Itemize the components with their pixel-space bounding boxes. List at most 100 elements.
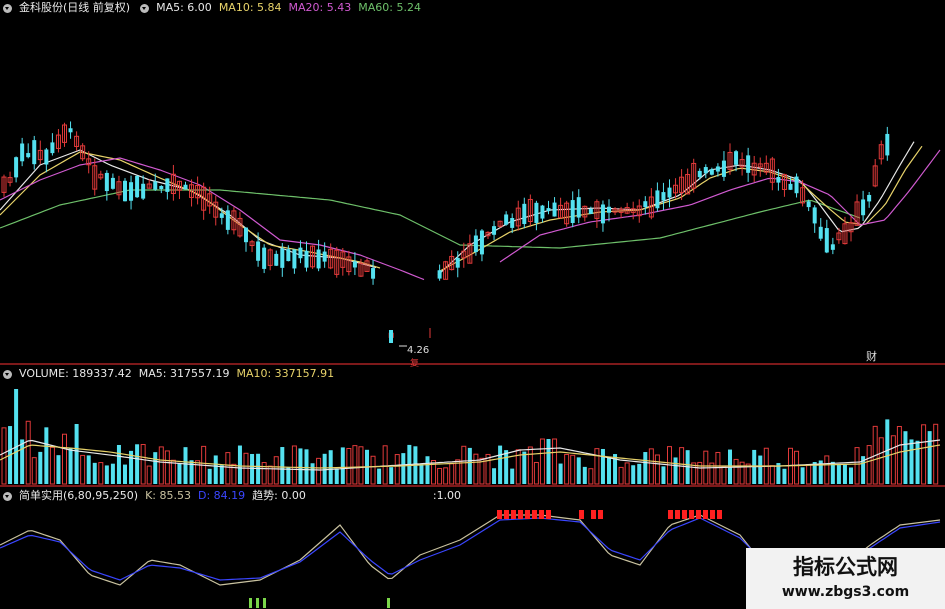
volume-bar-down bbox=[389, 467, 394, 484]
candle-body-down bbox=[110, 177, 115, 189]
volume-bar-down bbox=[836, 465, 841, 484]
candle-body-down bbox=[504, 214, 509, 225]
volume-bar-down bbox=[498, 445, 503, 484]
volume-bar-down bbox=[492, 468, 497, 484]
candle-body-down bbox=[104, 172, 109, 192]
volume-ma5-label: MA5: 317557.19 bbox=[138, 367, 230, 380]
volume-bar-down bbox=[56, 455, 61, 484]
volume-bar-down bbox=[213, 455, 218, 484]
volume-bar-up bbox=[98, 462, 104, 485]
dropdown-circle-icon[interactable] bbox=[3, 491, 12, 501]
ma5-label: MA5: 6.00 bbox=[156, 1, 212, 14]
volume-bar-down bbox=[504, 450, 509, 484]
candle-body-down bbox=[280, 248, 285, 268]
k-label: K: 85.53 bbox=[145, 489, 191, 502]
volume-bar-down bbox=[304, 449, 309, 484]
dropdown-circle-icon[interactable] bbox=[3, 3, 12, 13]
volume-bar-down bbox=[219, 465, 224, 484]
oscillator-header: 简单实用(6,80,95,250) K: 85.53 D: 84.19 趋势: … bbox=[0, 488, 461, 504]
volume-bar-down bbox=[546, 439, 551, 484]
signal-block bbox=[598, 510, 603, 519]
volume-bar-up bbox=[594, 448, 600, 485]
volume-bar-up bbox=[539, 438, 545, 485]
green-signal-mark bbox=[387, 598, 390, 608]
dropdown-circle-icon[interactable] bbox=[140, 3, 150, 13]
volume-bar-up bbox=[806, 463, 812, 485]
signal-block bbox=[703, 510, 708, 519]
signal-block bbox=[717, 510, 722, 519]
dropdown-circle-icon[interactable] bbox=[3, 369, 12, 379]
candle-body-down bbox=[588, 209, 593, 215]
green-signal-mark bbox=[256, 598, 259, 608]
volume-bar-down bbox=[310, 463, 315, 484]
volume-bar-down bbox=[915, 440, 920, 484]
volume-bar-up bbox=[715, 451, 721, 485]
signal-block bbox=[710, 510, 715, 519]
stock-title: 金科股份(日线 前复权) bbox=[19, 1, 131, 14]
candle-body-down bbox=[522, 203, 527, 225]
candle-body-down bbox=[159, 186, 164, 190]
candle-body-down bbox=[292, 249, 297, 269]
price-annotations: 4.26 复 财 bbox=[407, 345, 877, 369]
volume-bar-down bbox=[401, 453, 406, 484]
volume-bar-up bbox=[878, 437, 884, 485]
low-price-label: 4.26 bbox=[407, 345, 429, 356]
candle-body-down bbox=[479, 230, 484, 255]
volume-bar-up bbox=[824, 455, 830, 485]
signal-block bbox=[525, 510, 530, 519]
candle-body-down bbox=[153, 181, 158, 190]
volume-bar-up bbox=[146, 465, 152, 485]
signal-block bbox=[518, 510, 523, 519]
candle-body-down bbox=[316, 249, 321, 269]
volume-bar-up bbox=[473, 453, 479, 485]
candle-body-down bbox=[655, 190, 660, 209]
volume-bar-down bbox=[800, 467, 805, 484]
volume-bar-up bbox=[170, 459, 176, 485]
volume-bar-down bbox=[135, 444, 140, 484]
candle-body-down bbox=[225, 210, 230, 230]
volume-bar-up bbox=[721, 465, 727, 485]
volume-bar-up bbox=[358, 446, 364, 485]
volume-bar-up bbox=[866, 445, 872, 485]
volume-bar-down bbox=[377, 468, 382, 484]
candle-body-down bbox=[534, 202, 539, 223]
volume-bar-down bbox=[153, 452, 158, 484]
candle-body-down bbox=[14, 157, 19, 178]
main-chart-header: 金科股份(日线 前复权) MA5: 6.00 MA10: 5.84 MA20: … bbox=[0, 0, 421, 16]
volume-bar-down bbox=[298, 448, 303, 484]
candle-body-down bbox=[455, 257, 460, 268]
volume-bar-up bbox=[533, 461, 539, 485]
volume-bar-up bbox=[352, 445, 358, 485]
volume-label: VOLUME: 189337.42 bbox=[19, 367, 132, 380]
volume-bar-down bbox=[661, 466, 666, 484]
volume-bar-down bbox=[207, 468, 212, 484]
volume-bar-down bbox=[909, 439, 914, 484]
ma20-line bbox=[0, 157, 425, 281]
volume-bar-down bbox=[44, 427, 49, 484]
candle-body-down bbox=[304, 250, 309, 268]
volume-bar-up bbox=[624, 462, 630, 485]
signal-block bbox=[675, 510, 680, 519]
level-label: :1.00 bbox=[432, 489, 462, 502]
volume-bar-down bbox=[425, 456, 430, 484]
volume-bar-down bbox=[177, 463, 182, 484]
volume-bar-up bbox=[769, 465, 775, 485]
signal-block bbox=[579, 510, 584, 519]
volume-bar-down bbox=[903, 431, 908, 484]
volume-bar-up bbox=[654, 454, 660, 485]
volume-bar-up bbox=[49, 446, 55, 485]
volume-bar-up bbox=[449, 463, 455, 485]
candle-body-down bbox=[123, 180, 127, 202]
volume-bar-up bbox=[346, 448, 352, 485]
candlesticks bbox=[1, 121, 890, 347]
volume-bar-down bbox=[576, 457, 581, 484]
candle-body-down bbox=[709, 169, 714, 175]
ma60-line bbox=[0, 189, 861, 249]
candle-body-down bbox=[552, 202, 557, 217]
candle-body-down bbox=[794, 176, 799, 194]
candle-body-down bbox=[776, 176, 781, 183]
candle-body-down bbox=[715, 166, 720, 172]
candle-body-down bbox=[352, 261, 357, 268]
candle-body-down bbox=[183, 184, 188, 190]
candle-body-down bbox=[244, 227, 248, 243]
